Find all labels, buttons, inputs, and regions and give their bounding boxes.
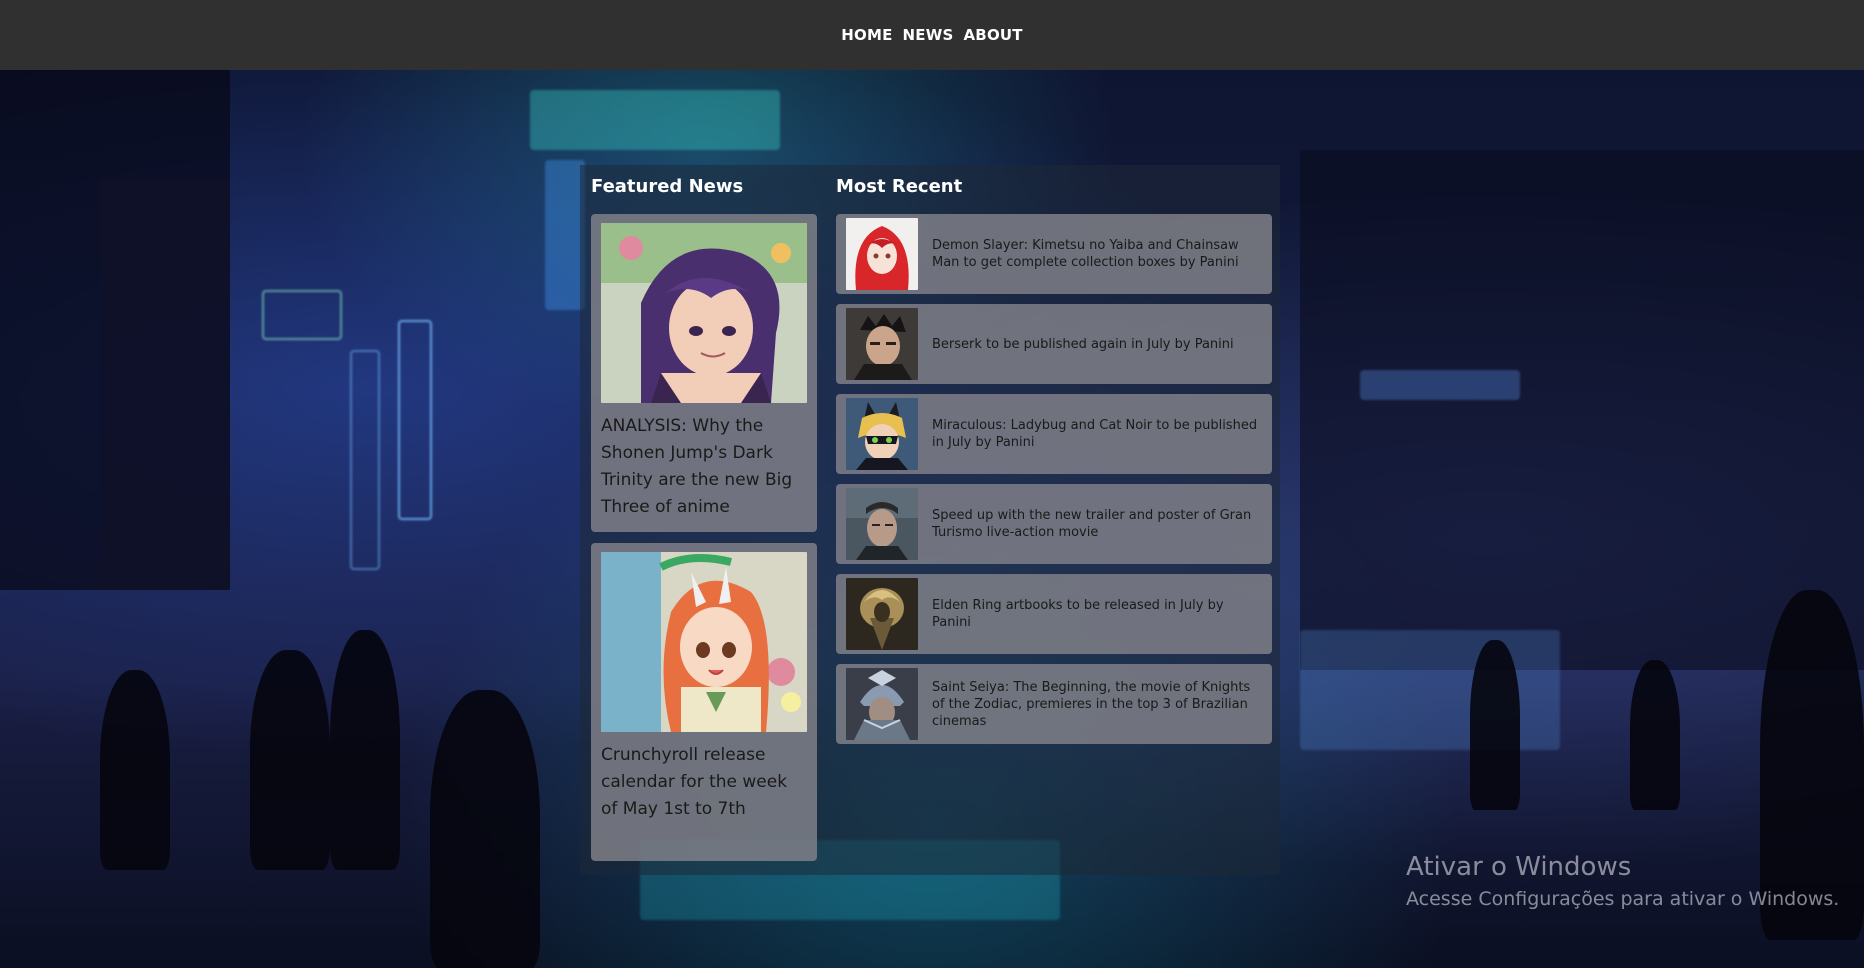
most-recent-list: Demon Slayer: Kimetsu no Yaiba and Chain… bbox=[836, 214, 1272, 754]
recent-news-title: Berserk to be published again in July by… bbox=[932, 336, 1234, 352]
nav-about-link[interactable]: ABOUT bbox=[964, 22, 1023, 48]
recent-news-thumbnail bbox=[846, 578, 918, 650]
nav-home-link[interactable]: HOME bbox=[841, 22, 892, 48]
recent-news-item[interactable]: Berserk to be published again in July by… bbox=[836, 304, 1272, 384]
recent-news-title: Speed up with the new trailer and poster… bbox=[932, 508, 1252, 540]
recent-news-title: Saint Seiya: The Beginning, the movie of… bbox=[932, 679, 1251, 729]
recent-news-thumbnail bbox=[846, 218, 918, 290]
recent-news-title: Miraculous: Ladybug and Cat Noir to be p… bbox=[932, 418, 1258, 450]
featured-card-title: Crunchyroll release calendar for the wee… bbox=[601, 745, 788, 819]
recent-news-title: Elden Ring artbooks to be released in Ju… bbox=[932, 598, 1224, 630]
recent-news-item[interactable]: Miraculous: Ladybug and Cat Noir to be p… bbox=[836, 394, 1272, 474]
top-navbar: HOME NEWS ABOUT bbox=[0, 0, 1864, 70]
recent-news-thumbnail bbox=[846, 488, 918, 560]
featured-news-heading: Featured News bbox=[591, 176, 744, 197]
most-recent-heading: Most Recent bbox=[836, 176, 963, 197]
recent-news-item[interactable]: Elden Ring artbooks to be released in Ju… bbox=[836, 574, 1272, 654]
windows-activation-watermark: Ativar o Windows Acesse Configurações pa… bbox=[1406, 852, 1839, 910]
recent-news-item[interactable]: Speed up with the new trailer and poster… bbox=[836, 484, 1272, 564]
watermark-subtitle: Acesse Configurações para ativar o Windo… bbox=[1406, 888, 1840, 910]
watermark-title: Ativar o Windows bbox=[1406, 852, 1632, 882]
featured-card[interactable]: ANALYSIS: Why the Shonen Jump's Dark Tri… bbox=[591, 214, 817, 532]
recent-news-thumbnail bbox=[846, 668, 918, 740]
recent-news-title: Demon Slayer: Kimetsu no Yaiba and Chain… bbox=[932, 238, 1239, 270]
featured-card-image bbox=[601, 552, 807, 732]
recent-news-thumbnail bbox=[846, 398, 918, 470]
featured-card-title: ANALYSIS: Why the Shonen Jump's Dark Tri… bbox=[601, 416, 793, 517]
recent-news-thumbnail bbox=[846, 308, 918, 380]
featured-card[interactable]: Crunchyroll release calendar for the wee… bbox=[591, 543, 817, 861]
nav-news-link[interactable]: NEWS bbox=[903, 22, 954, 48]
featured-card-image bbox=[601, 223, 807, 403]
recent-news-item[interactable]: Demon Slayer: Kimetsu no Yaiba and Chain… bbox=[836, 214, 1272, 294]
recent-news-item[interactable]: Saint Seiya: The Beginning, the movie of… bbox=[836, 664, 1272, 744]
